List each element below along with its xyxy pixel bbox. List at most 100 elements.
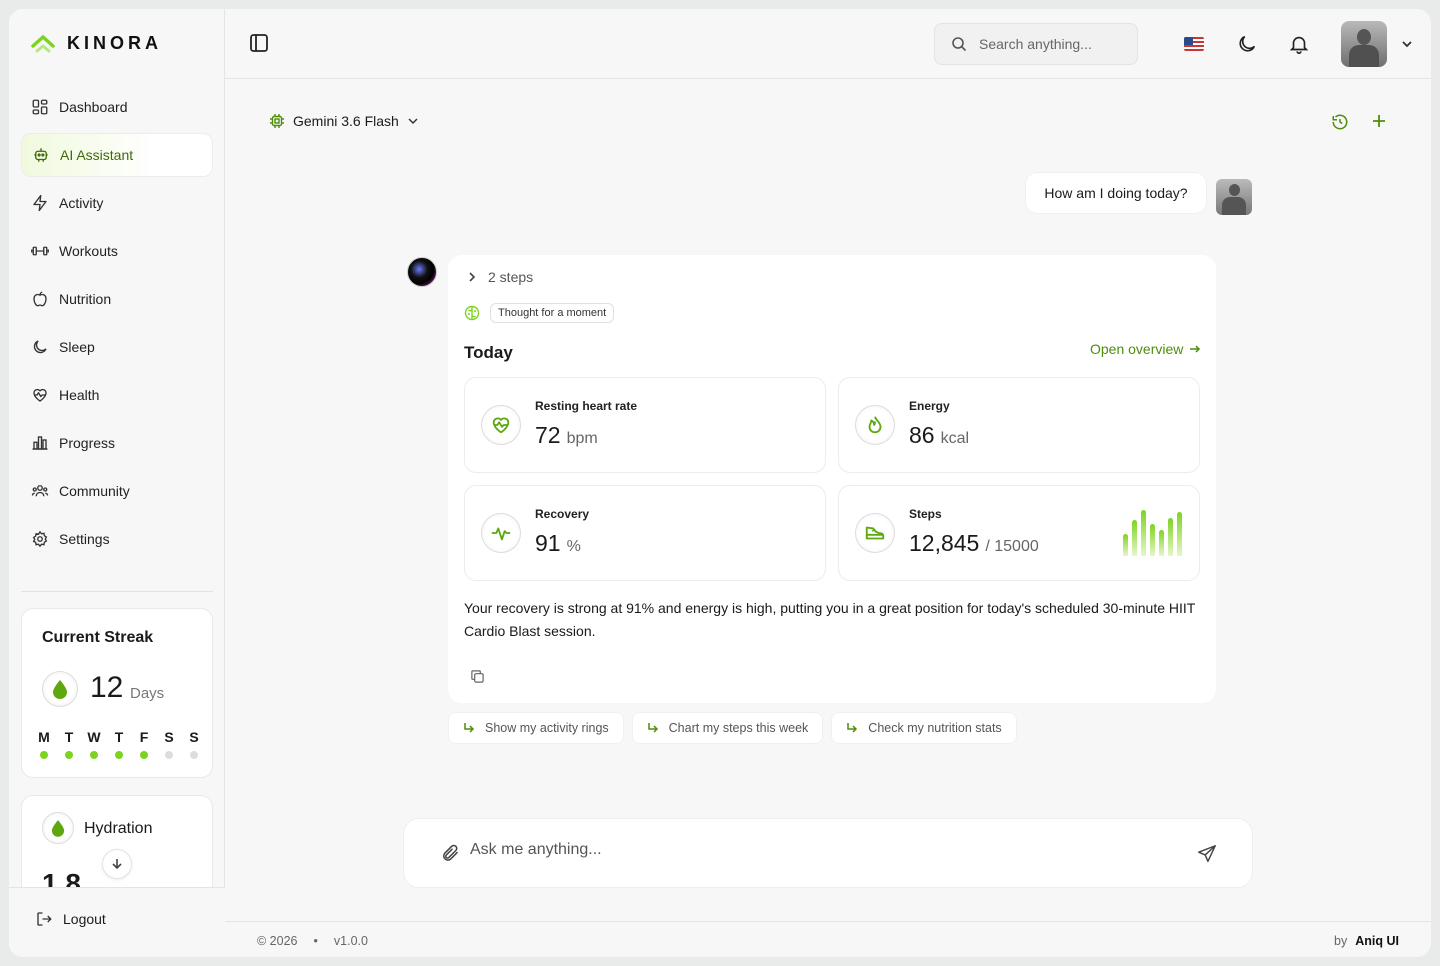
streak-card: Current Streak 12 Days M T W T F S S	[21, 608, 213, 778]
sidebar-item-label: Nutrition	[59, 291, 112, 307]
day-dot-pending	[165, 751, 173, 759]
open-overview-link[interactable]: Open overview	[1090, 341, 1201, 357]
steps-mini-chart	[1123, 510, 1182, 556]
steps-bar	[1150, 524, 1155, 556]
response-text: Your recovery is strong at 91% and energ…	[464, 600, 1196, 639]
day-label: T	[64, 729, 74, 745]
footer-by: by	[1334, 934, 1348, 948]
logo[interactable]: KINORA	[31, 33, 162, 54]
sidebar-item-community[interactable]: Community	[21, 469, 213, 513]
sidebar-toggle-button[interactable]	[249, 33, 269, 56]
sidebar-item-ai-assistant[interactable]: AI Assistant	[21, 133, 213, 177]
footer-separator: •	[313, 934, 318, 948]
arrow-down-icon	[112, 859, 122, 870]
suggestion-chip[interactable]: Chart my steps this week	[631, 712, 824, 744]
suggestion-chip[interactable]: Check my nutrition stats	[831, 712, 1017, 744]
notifications-button[interactable]	[1288, 33, 1310, 58]
steps-bar	[1159, 530, 1164, 556]
search-icon	[952, 37, 967, 52]
search-box[interactable]: Search anything...	[934, 23, 1138, 65]
day-dot-done	[65, 751, 73, 759]
streak-week: M T W T F S S	[34, 729, 204, 759]
theme-toggle-button[interactable]	[1236, 33, 1258, 58]
kinora-logo-icon	[31, 34, 55, 52]
sidebar-item-settings[interactable]: Settings	[21, 517, 213, 561]
assistant-response-card: 2 steps Thought for a moment Today Open …	[448, 255, 1216, 703]
stat-label: Steps	[909, 507, 942, 521]
sidebar-item-health[interactable]: Health	[21, 373, 213, 417]
day-label: S	[189, 729, 199, 745]
user-message-avatar	[1216, 179, 1252, 215]
user-avatar[interactable]	[1341, 21, 1387, 67]
stat-card-energy[interactable]: Energy 86 kcal	[838, 377, 1200, 473]
stat-card-steps[interactable]: Steps 12,845 / 15000	[838, 485, 1200, 581]
logout-area: Logout	[9, 887, 225, 957]
logout-icon	[37, 912, 52, 926]
sidebar-item-label: Dashboard	[59, 99, 128, 115]
topbar: Search anything...	[225, 9, 1431, 79]
bolt-icon	[33, 194, 47, 212]
assistant-avatar	[407, 257, 437, 287]
send-button[interactable]	[1196, 843, 1218, 868]
sidebar-item-progress[interactable]: Progress	[21, 421, 213, 465]
attach-button[interactable]	[440, 843, 460, 866]
scroll-down-button[interactable]	[102, 849, 132, 879]
suggestion-chip[interactable]: Show my activity rings	[448, 712, 624, 744]
footer: © 2026 • v1.0.0 by Aniq UI	[225, 921, 1431, 957]
day-dot-pending	[190, 751, 198, 759]
sidebar-item-nutrition[interactable]: Nutrition	[21, 277, 213, 321]
day-dot-done	[115, 751, 123, 759]
stat-value: 12,845	[909, 530, 980, 556]
sidebar-item-workouts[interactable]: Workouts	[21, 229, 213, 273]
day-label: T	[114, 729, 124, 745]
steps-bar	[1168, 518, 1173, 556]
stat-card-recovery[interactable]: Recovery 91 %	[464, 485, 826, 581]
send-icon	[1198, 845, 1216, 863]
steps-bar	[1177, 512, 1182, 556]
chevron-down-icon	[1402, 41, 1412, 48]
day-label: W	[87, 729, 101, 745]
drop-icon	[51, 820, 65, 837]
stat-value-row: 12,845 / 15000	[909, 530, 1039, 557]
stat-icon-badge	[855, 513, 895, 553]
sidebar-item-label: Activity	[59, 195, 104, 211]
search-input[interactable]: Search anything...	[979, 36, 1092, 52]
sidebar-item-sleep[interactable]: Sleep	[21, 325, 213, 369]
new-chat-button[interactable]	[1371, 113, 1387, 132]
chip-icon	[270, 114, 284, 128]
sidebar-item-activity[interactable]: Activity	[21, 181, 213, 225]
stat-value-row: 72 bpm	[535, 422, 598, 449]
steps-toggle[interactable]: 2 steps	[466, 269, 533, 285]
stat-card-heart-rate[interactable]: Resting heart rate 72 bpm	[464, 377, 826, 473]
chat-history-button[interactable]	[1331, 113, 1349, 134]
copy-button[interactable]	[470, 669, 485, 687]
steps-label: 2 steps	[488, 269, 534, 285]
sidebar-item-label: Settings	[59, 531, 110, 547]
stat-unit: / 15000	[985, 538, 1039, 555]
day-dot-done	[90, 751, 98, 759]
chat-input[interactable]	[470, 841, 1170, 859]
stat-label: Energy	[909, 399, 950, 413]
hydration-drop-badge	[42, 812, 74, 844]
streak-title: Current Streak	[42, 629, 154, 646]
hydration-title: Hydration	[84, 820, 153, 837]
language-flag-icon[interactable]	[1184, 37, 1204, 51]
dashboard-icon	[32, 99, 48, 115]
footer-author-link[interactable]: Aniq UI	[1355, 934, 1399, 948]
logout-button[interactable]: Logout	[35, 910, 106, 928]
day-label: F	[139, 729, 149, 745]
corner-arrow-icon	[647, 723, 658, 733]
day-dot-done	[40, 751, 48, 759]
stat-value: 86	[909, 422, 935, 448]
dumbbell-icon	[31, 246, 49, 256]
model-selector[interactable]: Gemini 3.6 Flash	[269, 113, 419, 129]
streak-day: S	[159, 729, 179, 759]
user-menu-chevron[interactable]	[1401, 37, 1413, 53]
bell-icon	[1289, 36, 1309, 54]
streak-day: S	[184, 729, 204, 759]
sidebar-item-dashboard[interactable]: Dashboard	[21, 85, 213, 129]
stat-value-row: 91 %	[535, 530, 581, 557]
chevron-down-icon	[408, 118, 418, 125]
stat-icon-badge	[855, 405, 895, 445]
thought-badge: Thought for a moment	[490, 303, 615, 323]
